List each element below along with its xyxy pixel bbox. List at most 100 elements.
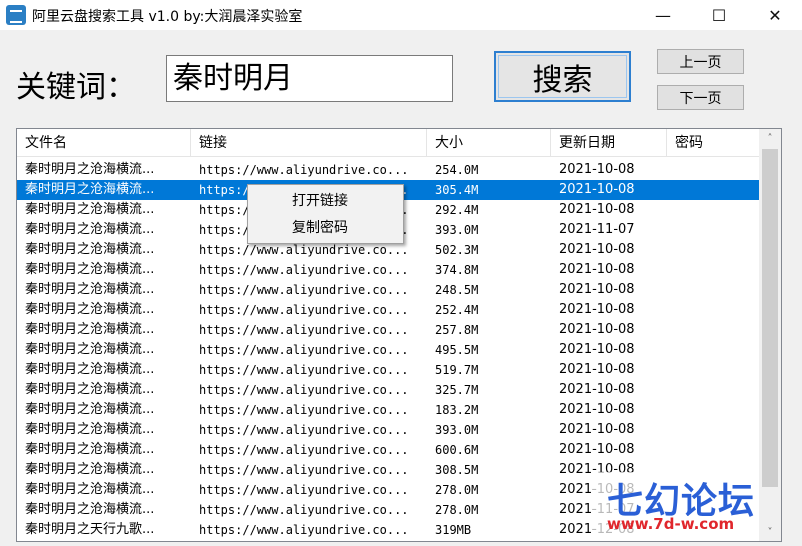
table-row[interactable]: 秦时明月之沧海横流... https://www.aliyundrive.co..… — [17, 320, 759, 340]
scroll-up-icon[interactable]: ˄ — [759, 129, 781, 147]
scroll-thumb[interactable] — [762, 149, 778, 487]
table-row[interactable]: 秦时明月之沧海横流... https://www.aliyundrive.co..… — [17, 340, 759, 360]
keyword-input[interactable]: 秦时明月 — [166, 55, 453, 102]
cell-filename: 秦时明月之沧海横流... — [25, 242, 155, 257]
table-row[interactable]: 秦时明月之沧海横流... https://www.aliyundrive.co..… — [17, 420, 759, 440]
cell-size: 308.5M — [435, 463, 479, 477]
cell-date: 2021-10-08 — [559, 162, 635, 177]
minimize-button[interactable]: — — [640, 0, 686, 30]
table-row[interactable]: 秦时明月之沧海横流... https://www.aliyundrive.co..… — [17, 360, 759, 380]
scroll-down-icon[interactable]: ˅ — [759, 523, 781, 541]
cell-date: 2021-11-07 — [559, 222, 635, 237]
cell-password — [667, 200, 759, 220]
cell-filename: 秦时明月之沧海横流... — [25, 282, 155, 297]
table-row[interactable]: 秦时明月之沧海横流... https://www.aliyundrive.co..… — [17, 300, 759, 320]
cell-size: 292.4M — [435, 203, 479, 217]
next-page-button[interactable]: 下一页 — [657, 85, 744, 110]
window-title: 阿里云盘搜索工具 v1.0 by:大润晨泽实验室 — [32, 9, 303, 25]
prev-page-button[interactable]: 上一页 — [657, 49, 744, 74]
cell-password — [667, 400, 759, 420]
cell-size: 278.0M — [435, 503, 479, 517]
search-button[interactable]: 搜索 — [494, 51, 631, 102]
cell-date: 2021-10-08 — [559, 202, 635, 217]
cell-filename: 秦时明月之沧海横流... — [25, 402, 155, 417]
cell-size: 502.3M — [435, 243, 479, 257]
cell-filename: 秦时明月之沧海横流... — [25, 182, 155, 197]
cell-size: 252.4M — [435, 303, 479, 317]
cell-filename: 秦时明月之沧海横流... — [25, 222, 155, 237]
cell-password — [667, 300, 759, 320]
app-icon — [6, 5, 26, 25]
close-button[interactable]: ✕ — [752, 0, 798, 30]
column-header-size[interactable]: 大小 — [427, 129, 551, 157]
cell-password — [667, 360, 759, 380]
cell-date: 2021-10-08 — [559, 422, 635, 437]
cell-password — [667, 240, 759, 260]
cell-size: 393.0M — [435, 223, 479, 237]
cell-link: https://www.aliyundrive.co... — [199, 403, 409, 417]
context-menu-open-link[interactable]: 打开链接 — [250, 188, 401, 214]
cell-link: https://www.aliyundrive.co... — [199, 323, 409, 337]
cell-filename: 秦时明月之沧海横流... — [25, 162, 155, 177]
context-menu-copy-password[interactable]: 复制密码 — [250, 215, 401, 241]
watermark-url: www.7d-w.com — [607, 515, 735, 533]
table-header: 文件名 链接 大小 更新日期 密码 — [17, 129, 759, 157]
cell-filename: 秦时明月之沧海横流... — [25, 362, 155, 377]
cell-size: 325.7M — [435, 383, 479, 397]
cell-size: 254.0M — [435, 163, 479, 177]
cell-password — [667, 420, 759, 440]
cell-link: https://www.aliyundrive.co... — [199, 363, 409, 377]
cell-password — [667, 340, 759, 360]
table-row[interactable]: 秦时明月之沧海横流... https://www.aliyundrive.co..… — [17, 160, 759, 180]
cell-date: 2021-10-08 — [559, 302, 635, 317]
cell-filename: 秦时明月之沧海横流... — [25, 482, 155, 497]
maximize-button[interactable]: ☐ — [696, 0, 742, 30]
cell-link: https://www.aliyundrive.co... — [199, 483, 409, 497]
context-menu: 打开链接 复制密码 — [247, 184, 404, 244]
table-row[interactable]: 秦时明月之沧海横流... https://www.aliyundrive.co..… — [17, 400, 759, 420]
cell-size: 183.2M — [435, 403, 479, 417]
cell-filename: 秦时明月之沧海横流... — [25, 342, 155, 357]
cell-filename: 秦时明月之沧海横流... — [25, 262, 155, 277]
cell-date: 2021-10-08 — [559, 442, 635, 457]
cell-filename: 秦时明月之沧海横流... — [25, 302, 155, 317]
cell-size: 495.5M — [435, 343, 479, 357]
cell-link: https://www.aliyundrive.co... — [199, 343, 409, 357]
cell-size: 305.4M — [435, 183, 479, 197]
cell-date: 2021-10-08 — [559, 342, 635, 357]
cell-size: 519.7M — [435, 363, 479, 377]
cell-size: 319MB — [435, 523, 472, 537]
cell-filename: 秦时明月之沧海横流... — [25, 422, 155, 437]
cell-password — [667, 160, 759, 180]
cell-link: https://www.aliyundrive.co... — [199, 383, 409, 397]
cell-password — [667, 220, 759, 240]
column-header-password[interactable]: 密码 — [667, 129, 759, 157]
cell-date: 2021-10-08 — [559, 282, 635, 297]
column-header-link[interactable]: 链接 — [191, 129, 427, 157]
cell-size: 278.0M — [435, 483, 479, 497]
table-row[interactable]: 秦时明月之沧海横流... https://www.aliyundrive.co..… — [17, 280, 759, 300]
table-row[interactable]: 秦时明月之沧海横流... https://www.aliyundrive.co..… — [17, 260, 759, 280]
cell-date: 2021-10-08 — [559, 322, 635, 337]
cell-filename: 秦时明月之沧海横流... — [25, 502, 155, 517]
cell-link: https://www.aliyundrive.co... — [199, 163, 409, 177]
cell-link: https://www.aliyundrive.co... — [199, 503, 409, 517]
table-row[interactable]: 秦时明月之沧海横流... https://www.aliyundrive.co..… — [17, 380, 759, 400]
cell-size: 600.6M — [435, 443, 479, 457]
watermark: 七幻论坛 www.7d-w.com — [593, 472, 754, 538]
cell-password — [667, 280, 759, 300]
cell-filename: 秦时明月之沧海横流... — [25, 442, 155, 457]
cell-filename: 秦时明月之沧海横流... — [25, 382, 155, 397]
column-header-date[interactable]: 更新日期 — [551, 129, 667, 157]
vertical-scrollbar[interactable]: ˄ ˅ — [759, 129, 781, 541]
cell-link: https://www.aliyundrive.co... — [199, 443, 409, 457]
cell-filename: 秦时明月之沧海横流... — [25, 322, 155, 337]
cell-password — [667, 180, 759, 200]
table-row[interactable]: 秦时明月之沧海横流... https://www.aliyundrive.co..… — [17, 440, 759, 460]
cell-filename: 秦时明月之天行九歌... — [25, 522, 155, 537]
cell-filename: 秦时明月之沧海横流... — [25, 462, 155, 477]
column-header-filename[interactable]: 文件名 — [17, 129, 191, 157]
cell-link: https://www.aliyundrive.co... — [199, 303, 409, 317]
cell-date: 2021-10-08 — [559, 262, 635, 277]
cell-password — [667, 260, 759, 280]
